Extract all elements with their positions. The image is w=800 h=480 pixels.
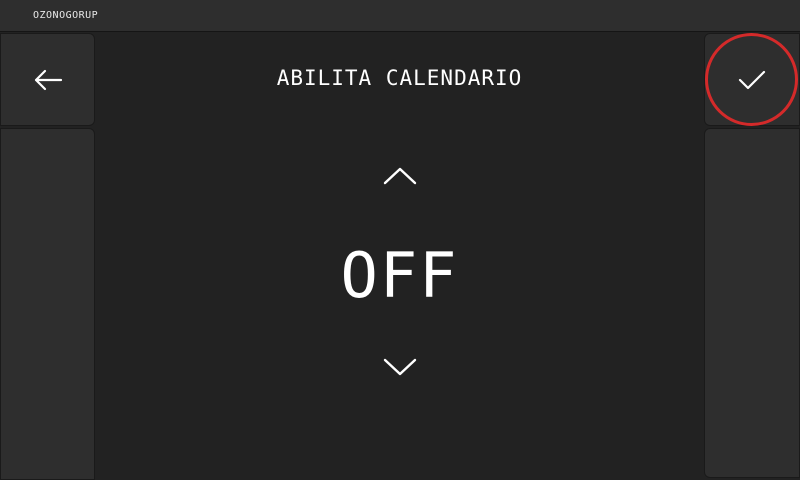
brand-label: OZONOGORUP — [33, 10, 99, 21]
back-button[interactable] — [0, 33, 95, 126]
top-bar: OZONOGORUP — [0, 0, 800, 32]
right-side-panel — [704, 128, 800, 478]
left-side-panel — [0, 128, 95, 480]
chevron-up-icon[interactable] — [380, 163, 420, 187]
arrow-left-icon — [34, 69, 62, 90]
device-screen: OZONOGORUP ABILITA CALENDARIO OFF — [0, 0, 800, 480]
check-icon — [738, 70, 766, 89]
page-title: ABILITA CALENDARIO — [276, 66, 523, 90]
setting-value: OFF — [340, 239, 459, 312]
confirm-button[interactable] — [704, 33, 800, 126]
chevron-down-icon[interactable] — [380, 355, 420, 379]
